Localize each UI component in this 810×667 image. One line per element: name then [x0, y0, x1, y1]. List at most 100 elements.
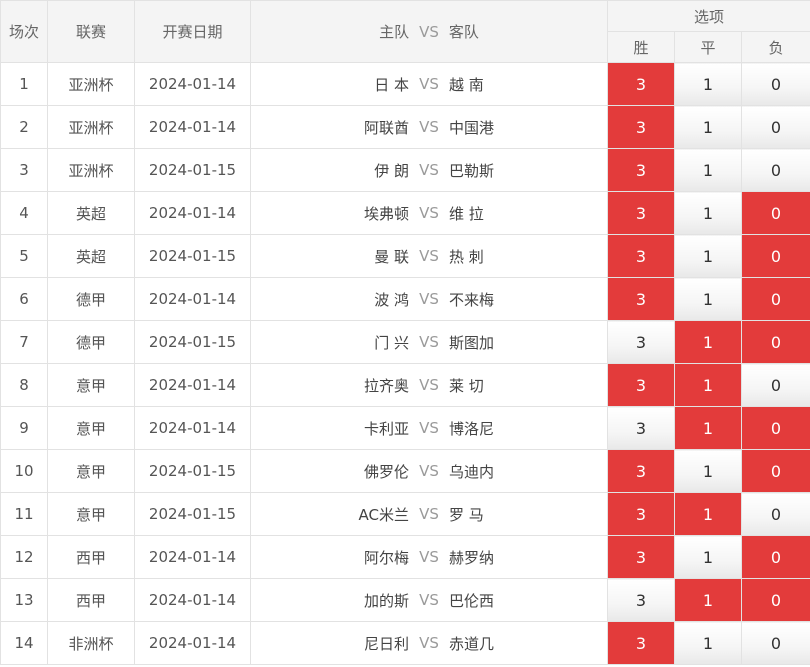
row-index: 11 — [0, 492, 48, 536]
row-date: 2024-01-15 — [134, 449, 251, 493]
option-win-button[interactable]: 3 — [607, 105, 675, 149]
row-index: 6 — [0, 277, 48, 321]
table-row: 13 西甲 2024-01-14 加的斯 VS 巴伦西 3 1 0 — [0, 578, 810, 622]
table-row: 1 亚洲杯 2024-01-14 日 本 VS 越 南310 — [0, 62, 810, 106]
option-draw-button[interactable]: 1 — [674, 277, 742, 321]
vs-label: VS — [419, 161, 439, 179]
home-team: 阿尔梅 — [363, 548, 409, 567]
row-index: 3 — [0, 148, 48, 192]
row-league: 亚洲杯 — [47, 105, 135, 149]
option-lose-button[interactable]: 0 — [740, 234, 810, 278]
home-team: 日 本 — [374, 75, 409, 94]
row-index: 7 — [0, 320, 48, 364]
option-draw-button[interactable]: 1 — [674, 535, 742, 579]
header-match: 主队 VS 客队 — [250, 0, 608, 63]
option-win-button[interactable]: 3 — [607, 148, 675, 192]
option-win-button[interactable]: 3 — [607, 234, 675, 278]
option-lose-button[interactable]: 0 — [740, 621, 810, 665]
row-date: 2024-01-14 — [134, 277, 251, 321]
option-lose-button[interactable]: 0 — [740, 277, 810, 321]
row-match: 门 兴 VS 斯图加 — [250, 320, 608, 364]
header-opt-lose: 负 — [740, 31, 810, 63]
option-lose-button[interactable]: 0 — [740, 191, 810, 235]
option-lose-button[interactable]: 0 — [740, 449, 810, 493]
table-row: 11 意甲 2024-01-15 AC米兰 VS 罗 马 310 — [0, 492, 810, 536]
header-away: 客队 — [448, 23, 479, 41]
away-team: 越 南 — [449, 75, 484, 94]
home-team: 埃弗顿 — [363, 204, 409, 223]
option-lose-button[interactable]: 0 — [740, 578, 810, 622]
option-draw-button[interactable]: 1 — [674, 492, 742, 536]
header-vs: VS — [419, 23, 439, 41]
row-league: 意甲 — [47, 449, 135, 493]
table-row: 6 德甲 2024-01-14 波 鸿 VS 不来梅 3 1 0 — [0, 277, 810, 321]
option-draw-button[interactable]: 1 — [674, 449, 742, 493]
header-home: 主队 — [379, 23, 410, 41]
option-draw-button[interactable]: 1 — [674, 363, 742, 407]
row-date: 2024-01-15 — [134, 492, 251, 536]
header-date: 开赛日期 — [134, 0, 251, 63]
home-team: 波 鸿 — [374, 290, 409, 309]
row-league: 亚洲杯 — [47, 62, 135, 106]
option-draw-button[interactable]: 1 — [674, 320, 742, 364]
option-lose-button[interactable]: 0 — [740, 363, 810, 407]
row-index: 8 — [0, 363, 48, 407]
option-win-button[interactable]: 3 — [607, 62, 675, 106]
row-date: 2024-01-14 — [134, 535, 251, 579]
table-row: 10 意甲 2024-01-15 佛罗伦 VS 乌迪内 3 1 0 — [0, 449, 810, 493]
table-row: 14 非洲杯 2024-01-14 尼日利 VS 赤道几 3 1 0 — [0, 621, 810, 665]
option-win-button[interactable]: 3 — [607, 449, 675, 493]
row-match: 日 本 VS 越 南 — [250, 62, 608, 106]
away-team: 赤道几 — [449, 634, 495, 653]
option-draw-button[interactable]: 1 — [674, 62, 742, 106]
option-win-button[interactable]: 3 — [607, 363, 675, 407]
option-draw-button[interactable]: 1 — [674, 148, 742, 192]
away-team: 中国港 — [449, 118, 495, 137]
option-lose-button[interactable]: 0 — [740, 492, 810, 536]
option-draw-button[interactable]: 1 — [674, 621, 742, 665]
row-date: 2024-01-14 — [134, 62, 251, 106]
option-lose-button[interactable]: 0 — [740, 148, 810, 192]
option-lose-button[interactable]: 0 — [740, 535, 810, 579]
option-draw-button[interactable]: 1 — [674, 191, 742, 235]
home-team: 伊 朗 — [374, 161, 409, 180]
option-lose-button[interactable]: 0 — [740, 320, 810, 364]
option-lose-button[interactable]: 0 — [740, 406, 810, 450]
row-date: 2024-01-14 — [134, 363, 251, 407]
home-team: 卡利亚 — [363, 419, 409, 438]
row-match: 曼 联 VS 热 刺 — [250, 234, 608, 278]
row-index: 4 — [0, 191, 48, 235]
vs-label: VS — [419, 75, 439, 93]
vs-label: VS — [419, 419, 439, 437]
table-row: 12 西甲 2024-01-14 阿尔梅 VS 赫罗纳 3 1 0 — [0, 535, 810, 579]
away-team: 罗 马 — [449, 505, 484, 524]
header-league: 联赛 — [47, 0, 135, 63]
row-index: 13 — [0, 578, 48, 622]
row-league: 意甲 — [47, 492, 135, 536]
option-draw-button[interactable]: 1 — [674, 406, 742, 450]
row-league: 意甲 — [47, 363, 135, 407]
option-win-button[interactable]: 3 — [607, 277, 675, 321]
row-league: 西甲 — [47, 535, 135, 579]
option-win-button[interactable]: 3 — [607, 621, 675, 665]
row-league: 英超 — [47, 191, 135, 235]
row-match: 阿联酋 VS 中国港 — [250, 105, 608, 149]
away-team: 巴勒斯 — [449, 161, 495, 180]
option-lose-button[interactable]: 0 — [740, 62, 810, 106]
row-match: 埃弗顿 VS 维 拉 — [250, 191, 608, 235]
option-win-button[interactable]: 3 — [607, 578, 675, 622]
option-win-button[interactable]: 3 — [607, 320, 675, 364]
option-draw-button[interactable]: 1 — [674, 234, 742, 278]
row-index: 2 — [0, 105, 48, 149]
option-lose-button[interactable]: 0 — [740, 105, 810, 149]
vs-label: VS — [419, 118, 439, 136]
option-win-button[interactable]: 3 — [607, 191, 675, 235]
option-draw-button[interactable]: 1 — [674, 105, 742, 149]
option-win-button[interactable]: 3 — [607, 492, 675, 536]
option-win-button[interactable]: 3 — [607, 406, 675, 450]
vs-label: VS — [419, 204, 439, 222]
row-match: 佛罗伦 VS 乌迪内 — [250, 449, 608, 493]
option-draw-button[interactable]: 1 — [674, 578, 742, 622]
away-team: 博洛尼 — [449, 419, 495, 438]
option-win-button[interactable]: 3 — [607, 535, 675, 579]
